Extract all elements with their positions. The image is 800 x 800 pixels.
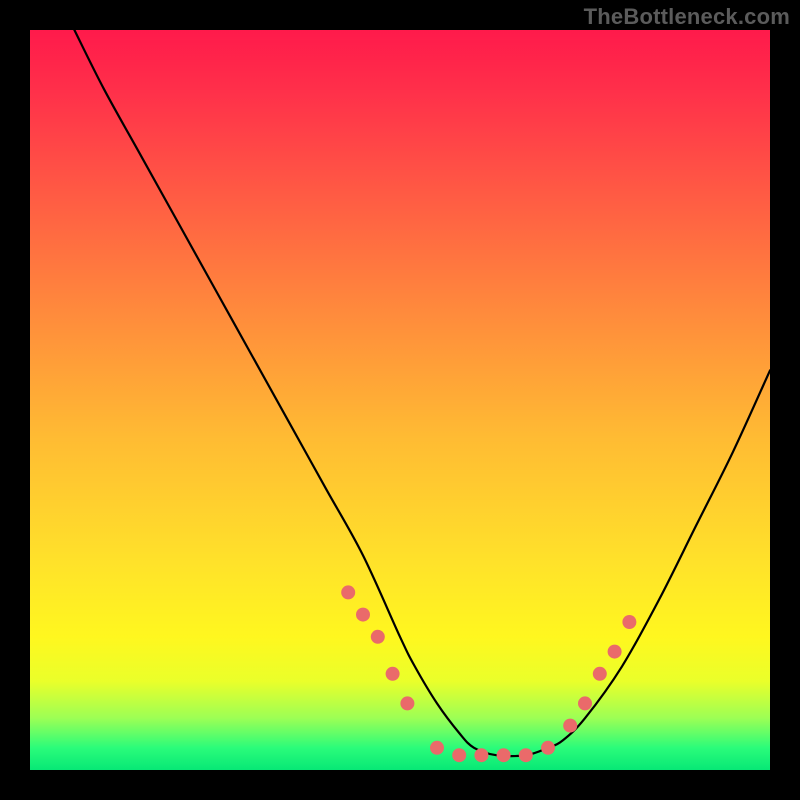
marker-dot [519,748,533,762]
marker-dot [400,696,414,710]
curve-layer [74,30,770,756]
marker-dot [541,741,555,755]
marker-dot [356,608,370,622]
marker-dot [371,630,385,644]
marker-dot [608,645,622,659]
marker-dot [563,719,577,733]
chart-svg [30,30,770,770]
dots-layer [341,585,636,762]
marker-dot [593,667,607,681]
watermark-text: TheBottleneck.com [584,4,790,30]
chart-stage: TheBottleneck.com [0,0,800,800]
marker-dot [497,748,511,762]
plot-area [30,30,770,770]
marker-dot [386,667,400,681]
marker-dot [341,585,355,599]
marker-dot [622,615,636,629]
marker-dot [430,741,444,755]
marker-dot [578,696,592,710]
marker-dot [452,748,466,762]
series-curve [74,30,770,756]
marker-dot [474,748,488,762]
